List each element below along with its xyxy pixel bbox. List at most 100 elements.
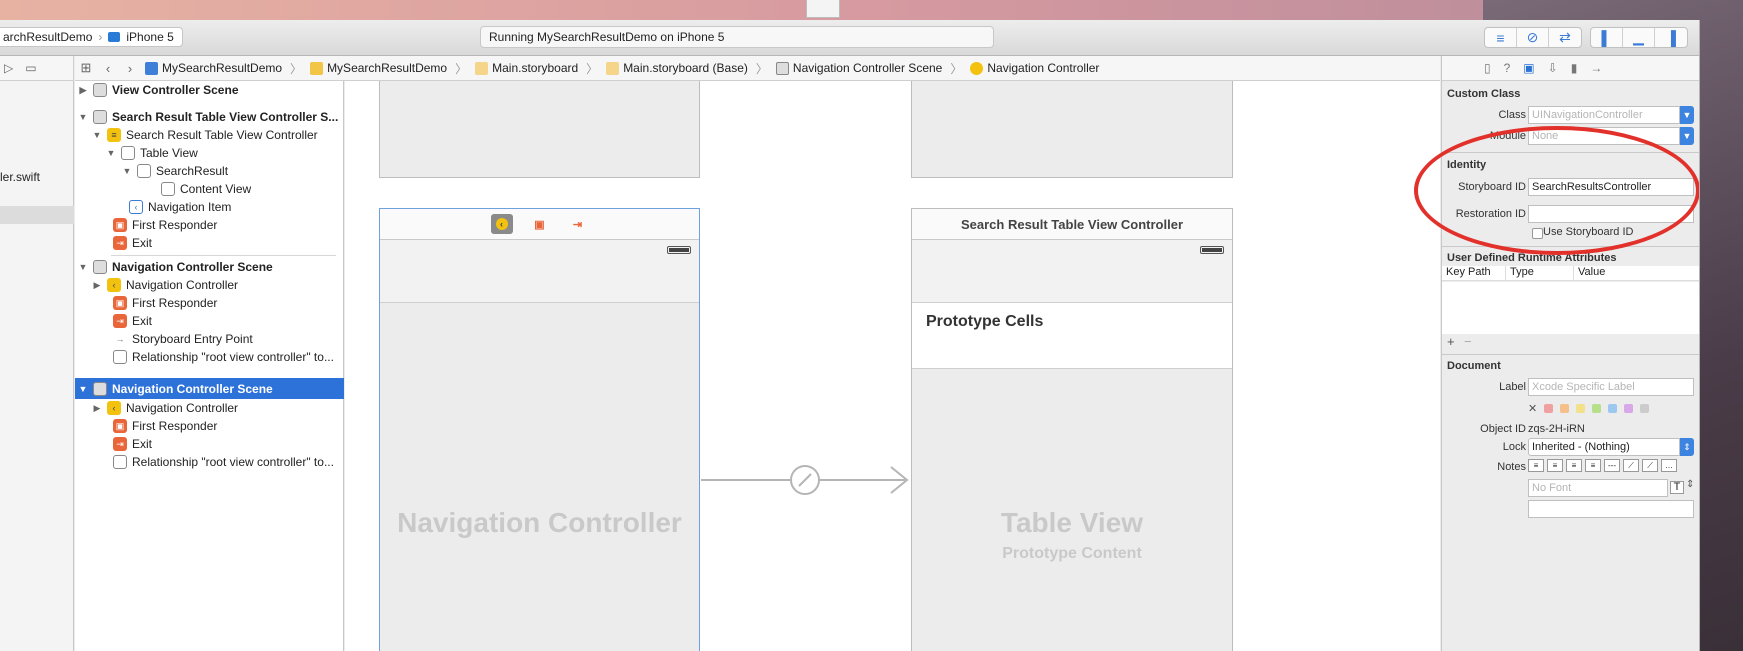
outline-divider xyxy=(111,255,336,256)
disclosure-down-icon[interactable]: ▼ xyxy=(121,166,133,176)
disclosure-right-icon[interactable]: ▶ xyxy=(77,85,89,96)
crumb-scene[interactable]: Navigation Controller Scene 〉 xyxy=(772,60,966,77)
lock-select[interactable]: Inherited - (Nothing) xyxy=(1528,438,1680,456)
color-swatch[interactable] xyxy=(1544,404,1554,413)
col-type[interactable]: Type xyxy=(1506,266,1574,280)
remove-attribute-button[interactable]: − xyxy=(1464,334,1472,349)
disclosure-down-icon[interactable]: ▼ xyxy=(91,130,103,140)
font-field[interactable]: No Font xyxy=(1528,479,1668,497)
align-left-icon[interactable]: ≡ xyxy=(1528,459,1544,472)
quick-help-icon[interactable]: ? xyxy=(1504,61,1511,75)
no-color-icon[interactable]: ⟋ xyxy=(1623,459,1639,472)
outline-row[interactable]: ▶ ‹ Navigation Controller xyxy=(75,399,344,417)
udra-table-body[interactable] xyxy=(1442,282,1699,334)
disclosure-down-icon[interactable]: ▼ xyxy=(105,148,117,158)
lock-dropdown-icon[interactable]: ⇕ xyxy=(1680,438,1694,456)
align-center-icon[interactable]: ≡ xyxy=(1547,459,1563,472)
outline-row[interactable]: ▣ First Responder xyxy=(75,417,344,435)
outline-row-scene[interactable]: ▼ Navigation Controller Scene xyxy=(75,258,344,276)
color-swatch[interactable] xyxy=(1592,404,1602,413)
align-right-icon[interactable]: ≡ xyxy=(1566,459,1582,472)
crumb-controller[interactable]: Navigation Controller xyxy=(966,61,1103,75)
justify-icon[interactable]: ≡ xyxy=(1585,459,1601,472)
assistant-editor-icon[interactable]: ⊘ xyxy=(1517,28,1549,47)
udra-table-header: Key Path Type Value xyxy=(1442,266,1699,281)
outline-row-scene-selected[interactable]: ▼ Navigation Controller Scene xyxy=(75,378,344,399)
font-picker-icon[interactable]: T xyxy=(1670,481,1684,494)
outline-row[interactable]: ‹ Navigation Item xyxy=(75,198,344,216)
crumb-storyboard[interactable]: Main.storyboard 〉 xyxy=(471,60,602,77)
relationship-segue-arrow[interactable] xyxy=(701,461,913,501)
add-attribute-button[interactable]: + xyxy=(1447,334,1455,349)
version-editor-icon[interactable]: ⇄ xyxy=(1549,28,1581,47)
outline-row-scene[interactable]: ▶ View Controller Scene xyxy=(75,81,344,99)
outline-row[interactable]: ▣ First Responder xyxy=(75,294,344,312)
disclosure-down-icon[interactable]: ▼ xyxy=(77,384,89,394)
view-controller-scene[interactable] xyxy=(379,81,700,178)
utilities-toggle-icon[interactable]: ▐ xyxy=(1655,28,1687,47)
forward-icon[interactable]: › xyxy=(119,61,141,76)
outline-row[interactable]: Relationship "root view controller" to..… xyxy=(75,453,344,471)
more-icon[interactable]: … xyxy=(1661,459,1677,472)
table-view-controller-scene[interactable]: Search Result Table View Controller Prot… xyxy=(911,208,1233,651)
outline-row[interactable]: Content View xyxy=(75,180,344,198)
outline-row[interactable]: ⇥ Exit xyxy=(75,234,344,252)
col-value[interactable]: Value xyxy=(1574,266,1699,280)
outline-row[interactable]: ▼ ≡ Search Result Table View Controller xyxy=(75,126,344,144)
scheme-selector[interactable]: archResultDemo › iPhone 5 xyxy=(0,27,183,47)
crumb-group[interactable]: MySearchResultDemo 〉 xyxy=(306,60,471,77)
color-swatch[interactable] xyxy=(1560,404,1570,413)
color-swatch[interactable] xyxy=(1608,404,1618,413)
color-swatch[interactable] xyxy=(1576,404,1586,413)
navigator-toggle-icon[interactable]: ▌ xyxy=(1591,28,1623,47)
prototype-cells-header[interactable]: Prototype Cells xyxy=(912,303,1232,369)
outline-row[interactable]: ⇥ Exit xyxy=(75,435,344,453)
notes-text-field[interactable] xyxy=(1528,500,1694,518)
grid-icon[interactable]: ⊞ xyxy=(75,60,97,76)
xcode-label-field[interactable]: Xcode Specific Label xyxy=(1528,378,1694,396)
debug-area-toggle-icon[interactable]: ▁ xyxy=(1623,28,1655,47)
color-swatch[interactable] xyxy=(1624,404,1634,413)
table-view-controller-scene-top[interactable] xyxy=(911,81,1233,178)
storyboard-canvas[interactable]: ‹ ▣ ⇥ Navigation Controller Search Resul… xyxy=(345,81,1440,651)
class-field[interactable]: UINavigationController xyxy=(1528,106,1680,124)
first-responder-icon[interactable]: ▣ xyxy=(529,214,551,234)
outline-row-scene[interactable]: ▼ Search Result Table View Controller S.… xyxy=(75,108,344,126)
navigation-controller-icon[interactable]: ‹ xyxy=(490,214,513,234)
color-swatch[interactable] xyxy=(1640,404,1650,413)
selected-file-row[interactable] xyxy=(0,206,74,224)
comment-icon[interactable]: ▭ xyxy=(25,61,36,75)
navigation-controller-scene[interactable]: ‹ ▣ ⇥ Navigation Controller xyxy=(379,208,700,651)
attributes-inspector-icon[interactable]: ⇩ xyxy=(1548,61,1558,75)
play-icon[interactable]: ▷ xyxy=(4,61,13,75)
crumb-project[interactable]: MySearchResultDemo 〉 xyxy=(141,60,306,77)
outline-row[interactable]: ▼ SearchResult xyxy=(75,162,344,180)
disclosure-down-icon[interactable]: ▼ xyxy=(77,112,89,122)
outline-row[interactable]: Relationship "root view controller" to..… xyxy=(75,348,344,366)
crumb-storyboard-base[interactable]: Main.storyboard (Base) 〉 xyxy=(602,60,772,77)
exit-icon[interactable]: ⇥ xyxy=(567,214,589,234)
disclosure-right-icon[interactable]: ▶ xyxy=(91,403,103,414)
file-item[interactable]: ler.swift xyxy=(0,170,40,184)
dashes-icon[interactable]: --- xyxy=(1604,459,1620,472)
identity-inspector-icon[interactable]: ▣ xyxy=(1523,61,1534,75)
back-icon[interactable]: ‹ xyxy=(97,61,119,76)
standard-editor-icon[interactable]: ≡ xyxy=(1485,28,1517,47)
file-inspector-icon[interactable]: ▯ xyxy=(1484,61,1491,75)
clear-color-icon[interactable]: ✕ xyxy=(1528,402,1537,415)
outline-row[interactable]: ▼ Table View xyxy=(75,144,344,162)
disclosure-down-icon[interactable]: ▼ xyxy=(77,262,89,272)
class-dropdown-icon[interactable]: ▼ xyxy=(1680,106,1694,124)
disclosure-right-icon[interactable]: ▶ xyxy=(91,280,103,291)
font-stepper-icon[interactable]: ⇕ xyxy=(1686,479,1694,490)
module-dropdown-icon[interactable]: ▼ xyxy=(1680,127,1694,145)
outline-row[interactable]: → Storyboard Entry Point xyxy=(75,330,344,348)
outline-row[interactable]: ⇥ Exit xyxy=(75,312,344,330)
color-icon[interactable]: ⟋ xyxy=(1642,459,1658,472)
col-key-path[interactable]: Key Path xyxy=(1442,266,1506,280)
outline-row[interactable]: ▶ ‹ Navigation Controller xyxy=(75,276,344,294)
size-inspector-icon[interactable]: ▮ xyxy=(1571,61,1578,75)
outline-row[interactable]: ▣ First Responder xyxy=(75,216,344,234)
connections-inspector-icon[interactable]: → xyxy=(1590,61,1602,75)
outline-label: Navigation Controller Scene xyxy=(112,260,273,274)
